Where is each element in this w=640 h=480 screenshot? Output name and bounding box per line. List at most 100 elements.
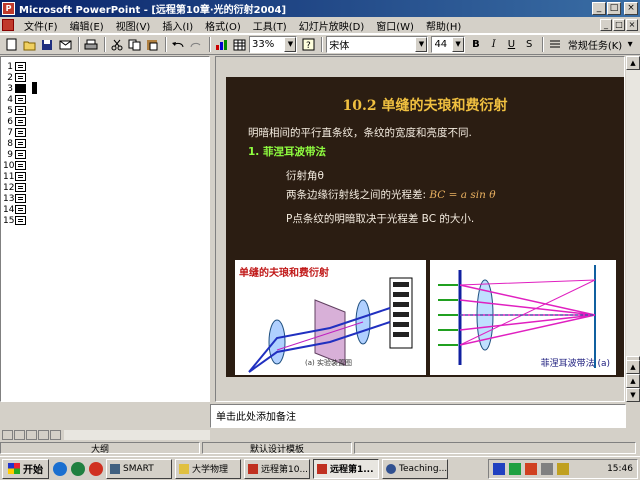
menu-help[interactable]: 帮助(H) (420, 18, 467, 33)
title-bar[interactable]: P Microsoft PowerPoint - [远程第10章·光的衍射200… (0, 0, 640, 17)
outline-hscrollbar[interactable] (64, 430, 210, 440)
save-icon[interactable] (40, 36, 56, 53)
outline-slide-item[interactable]: 2 (3, 72, 26, 83)
internet-explorer-icon[interactable] (53, 461, 67, 476)
taskbar-item-remote-1[interactable]: 远程第10... (244, 458, 310, 479)
doc-restore-button[interactable]: □ (613, 19, 625, 31)
slide-icon[interactable] (15, 194, 26, 203)
outline-slide-item[interactable]: 15 (3, 215, 26, 226)
menu-edit[interactable]: 编辑(E) (64, 18, 110, 33)
powerpoint-icon[interactable]: P (2, 2, 15, 15)
open-folder-icon[interactable] (22, 36, 38, 53)
paste-icon[interactable] (144, 36, 160, 53)
print-icon[interactable] (83, 36, 99, 53)
outline-slide-item[interactable]: 1 (3, 61, 26, 72)
outline-slide-item[interactable]: 11 (3, 171, 26, 182)
undo-icon[interactable] (170, 36, 186, 53)
desktop-icon[interactable] (71, 461, 85, 476)
outline-pane[interactable]: 1 2 3 4 5 6 7 8 9 10 11 12 13 14 15 (0, 56, 210, 402)
media-player-icon[interactable] (89, 461, 103, 476)
bold-button[interactable]: B (468, 36, 484, 53)
chart-icon[interactable] (214, 36, 230, 53)
cut-icon[interactable] (109, 36, 125, 53)
menu-insert[interactable]: 插入(I) (156, 18, 199, 33)
menu-file[interactable]: 文件(F) (18, 18, 64, 33)
outline-slide-item[interactable]: 13 (3, 193, 26, 204)
slide-text-conclusion[interactable]: P点条纹的明暗取决于光程差 BC 的大小. (286, 211, 474, 226)
font-size-select[interactable]: 44 ▼ (431, 36, 466, 53)
next-slide-button[interactable]: ▼ (626, 388, 640, 402)
doc-minimize-button[interactable]: _ (600, 19, 612, 31)
menu-slideshow[interactable]: 幻灯片放映(D) (293, 18, 371, 33)
slide-icon[interactable] (15, 117, 26, 126)
close-button[interactable]: × (624, 2, 638, 15)
outline-slide-item[interactable]: 12 (3, 182, 26, 193)
slide-icon[interactable] (15, 172, 26, 181)
notes-pane[interactable]: 单击此处添加备注 (210, 404, 626, 428)
experiment-setup-figure[interactable]: 单缝的夫琅和费衍射 (a) 实验装置图 (235, 260, 426, 375)
previous-slide-button[interactable]: ▲ (626, 374, 640, 388)
antivirus-icon[interactable] (525, 463, 537, 475)
slide-icon[interactable] (15, 128, 26, 137)
minimize-button[interactable]: _ (592, 2, 606, 15)
outline-slide-item[interactable]: 8 (3, 138, 26, 149)
menu-tools[interactable]: 工具(T) (247, 18, 293, 33)
chevron-down-icon[interactable]: ▼ (452, 37, 465, 52)
slide-icon[interactable] (15, 216, 26, 225)
slide-icon[interactable] (15, 106, 26, 115)
slide-text-intro[interactable]: 明暗相间的平行直条纹，条纹的宽度和亮度不同. (248, 125, 472, 140)
maximize-button[interactable]: □ (607, 2, 621, 15)
slide-sorter-icon[interactable] (38, 430, 49, 440)
start-button[interactable]: 开始 (2, 458, 49, 479)
network-icon[interactable] (509, 463, 521, 475)
slide-icon[interactable] (15, 150, 26, 159)
outline-view-icon[interactable] (14, 430, 25, 440)
chevron-down-icon[interactable]: ▾ (622, 36, 638, 53)
volume-icon[interactable] (541, 463, 553, 475)
email-icon[interactable] (57, 36, 73, 53)
slide-icon[interactable] (15, 139, 26, 148)
underline-button[interactable]: U (504, 36, 520, 53)
language-icon[interactable] (493, 463, 505, 475)
notes-scrollbar[interactable] (626, 404, 640, 428)
slide-scrollbar[interactable]: ▲ ▲ ▲ ▼ (626, 56, 640, 402)
outline-slide-item[interactable]: 4 (3, 94, 26, 105)
slide-icon[interactable] (15, 62, 26, 71)
shadow-button[interactable]: S (521, 36, 537, 53)
menu-format[interactable]: 格式(O) (199, 18, 247, 33)
outline-slide-item[interactable]: 3 (3, 83, 26, 94)
system-clock[interactable]: 15:46 (607, 464, 633, 474)
copy-icon[interactable] (127, 36, 143, 53)
menu-window[interactable]: 窗口(W) (370, 18, 420, 33)
slide-icon[interactable] (15, 183, 26, 192)
slide-icon[interactable] (15, 95, 26, 104)
align-justify-icon[interactable] (547, 36, 563, 53)
scroll-down-button[interactable]: ▲ (626, 360, 640, 374)
outline-slide-item[interactable]: 6 (3, 116, 26, 127)
normal-view-icon[interactable] (2, 430, 13, 440)
slide-icon[interactable] (15, 84, 26, 93)
slide-icon[interactable] (15, 161, 26, 170)
fresnel-zone-figure[interactable]: 菲涅耳波带法 (a) (430, 260, 616, 375)
chevron-down-icon[interactable]: ▼ (284, 37, 297, 52)
outline-slide-item[interactable]: 14 (3, 204, 26, 215)
slide-view-icon[interactable] (26, 430, 37, 440)
slideshow-icon[interactable] (50, 430, 61, 440)
outline-slide-item[interactable]: 5 (3, 105, 26, 116)
menu-view[interactable]: 视图(V) (110, 18, 157, 33)
help-icon[interactable]: ? (300, 36, 316, 53)
taskbar-item-physics[interactable]: 大学物理 (175, 458, 241, 479)
scroll-up-button[interactable]: ▲ (626, 56, 640, 70)
chevron-down-icon[interactable]: ▼ (415, 37, 428, 52)
outline-slide-item[interactable]: 9 (3, 149, 26, 160)
common-tasks-button[interactable]: 常规任务(K) (568, 37, 622, 52)
taskbar-item-remote-2[interactable]: 远程第1... (313, 458, 379, 479)
zoom-select[interactable]: 33% ▼ (249, 36, 298, 53)
slide-icon[interactable] (15, 205, 26, 214)
notes-placeholder[interactable]: 单击此处添加备注 (216, 412, 296, 423)
document-icon[interactable] (2, 19, 14, 31)
slide-subheading[interactable]: 1. 菲涅耳波带法 (248, 144, 326, 159)
taskbar-item-teaching[interactable]: Teaching... (382, 458, 448, 479)
italic-button[interactable]: I (486, 36, 502, 53)
redo-icon[interactable] (188, 36, 204, 53)
